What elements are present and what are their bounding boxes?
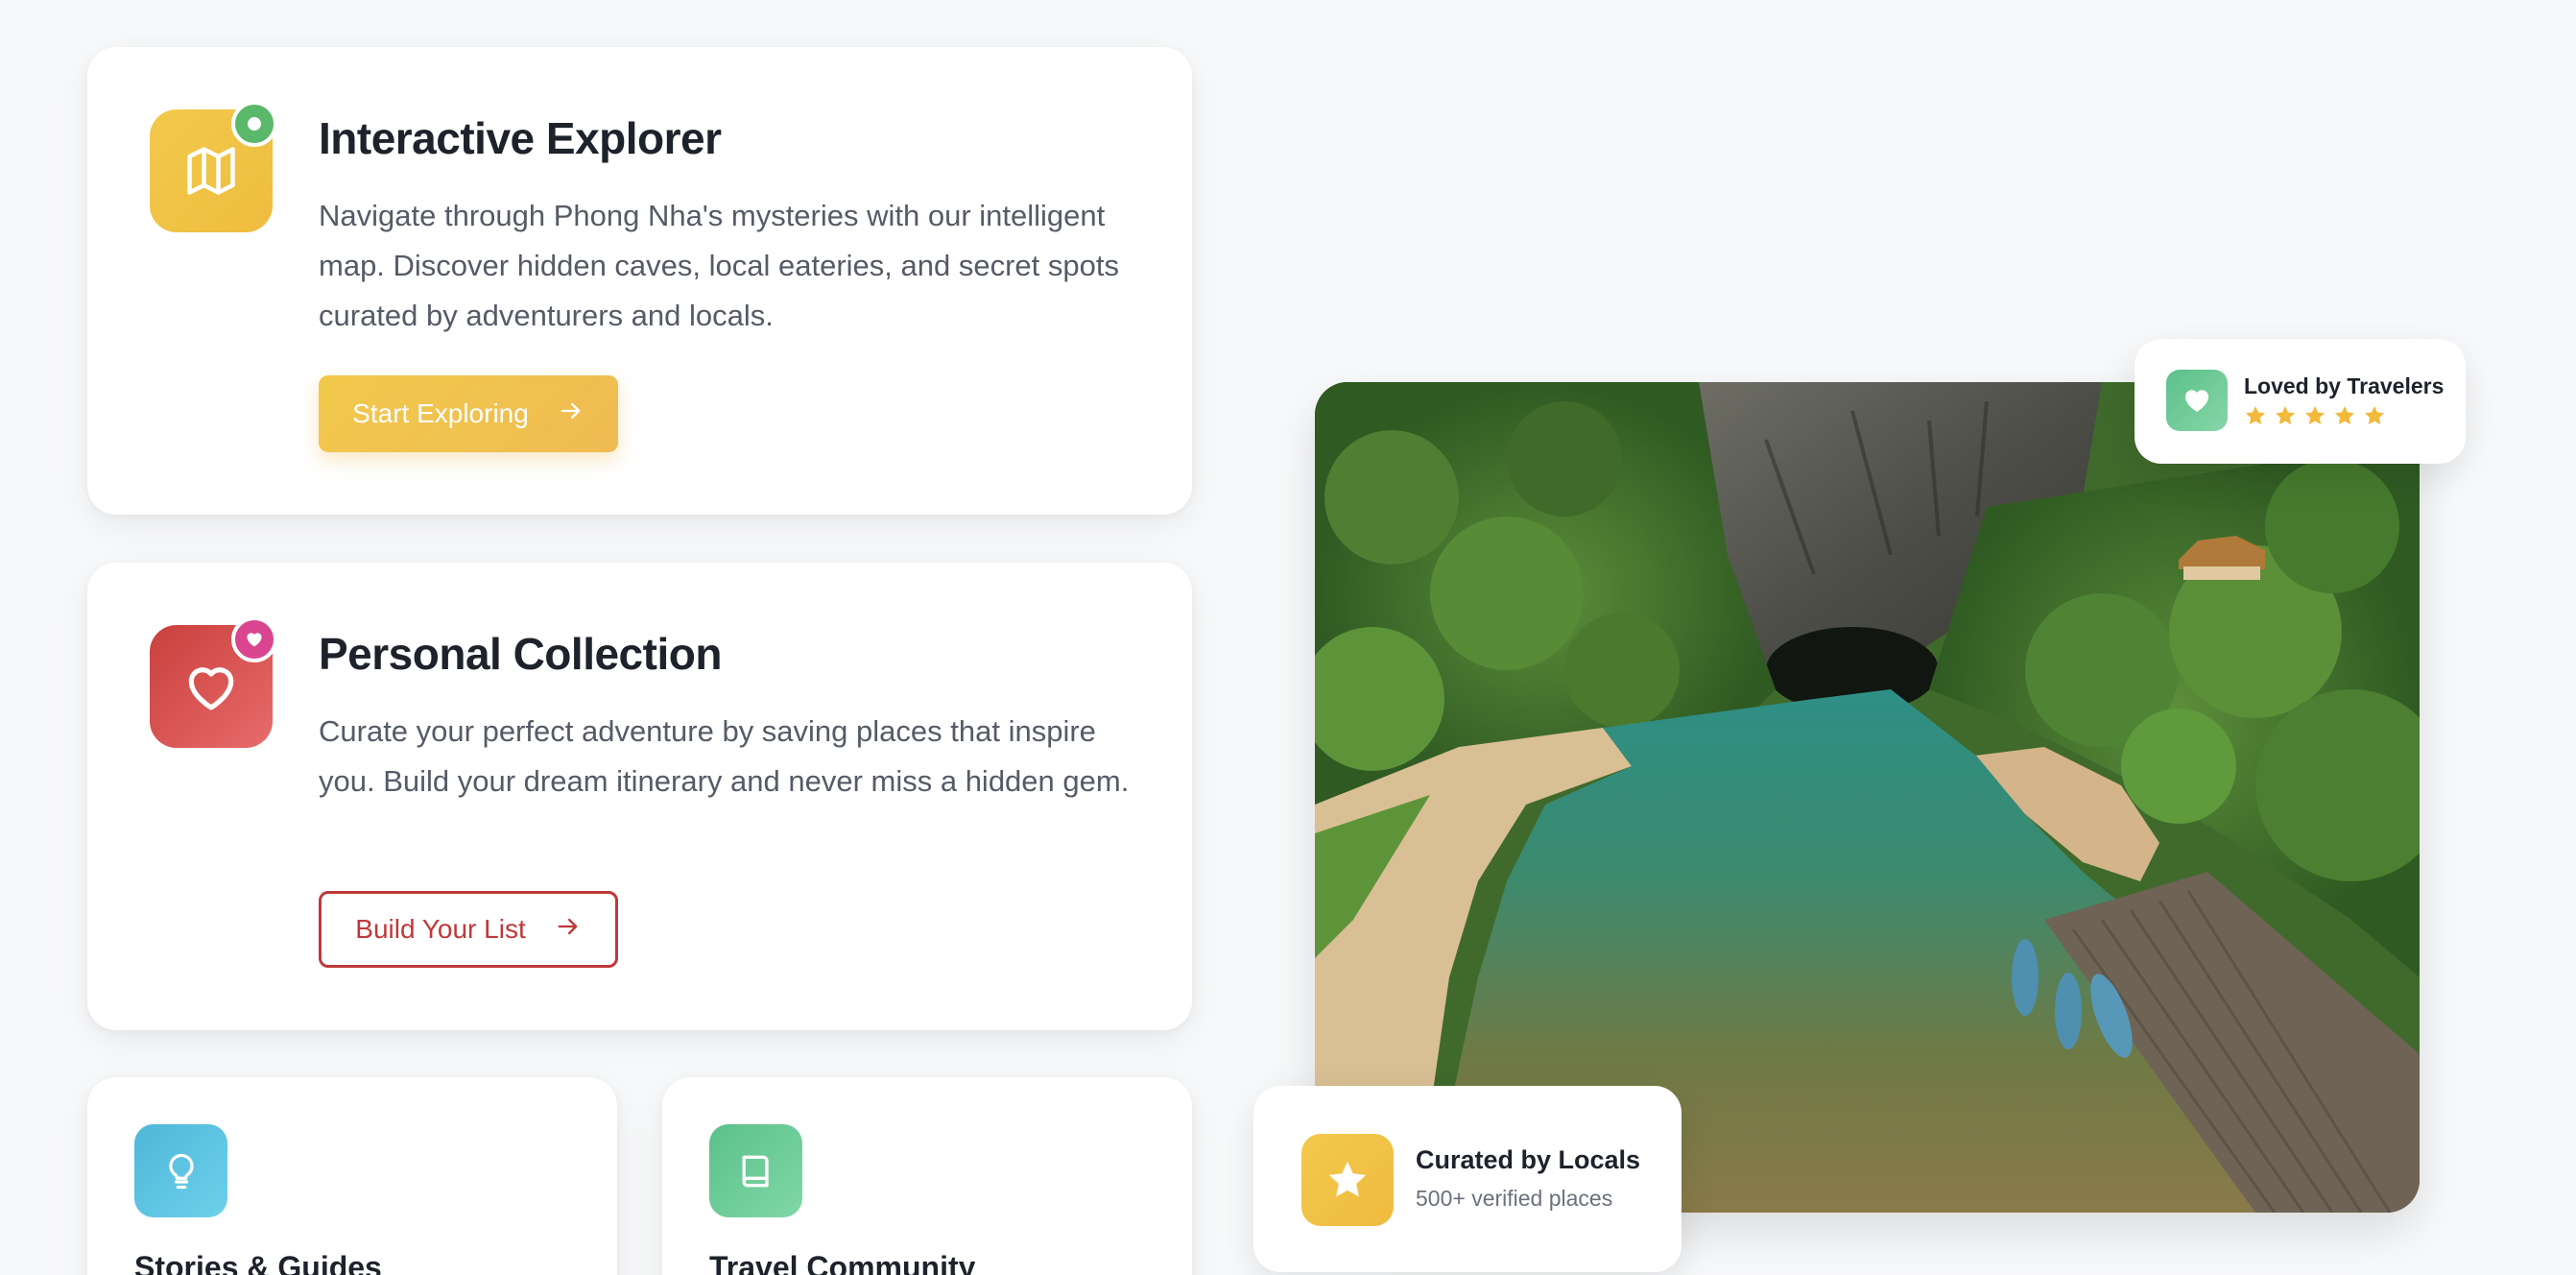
heart-icon xyxy=(2166,370,2228,431)
star-icon xyxy=(2335,406,2354,425)
curated-by-locals-subtitle: 500+ verified places xyxy=(1416,1186,1613,1211)
star-icon xyxy=(2305,406,2325,425)
personal-collection-card: Personal Collection Curate your perfect … xyxy=(87,563,1192,1030)
stories-guides-title: Stories & Guides xyxy=(134,1250,382,1275)
interactive-explorer-card: Interactive Explorer Navigate through Ph… xyxy=(87,47,1192,515)
curated-by-locals-card: Curated by Locals 500+ verified places xyxy=(1253,1086,1682,1272)
heart-badge-icon xyxy=(231,616,277,662)
arrow-right-icon xyxy=(558,397,584,431)
explorer-description: Navigate through Phong Nha's mysteries w… xyxy=(319,199,1119,332)
star-icon xyxy=(1301,1134,1394,1226)
stories-guides-card[interactable]: Stories & Guides xyxy=(87,1077,617,1275)
star-icon xyxy=(2276,406,2295,425)
build-your-list-label: Build Your List xyxy=(355,914,526,944)
book-icon xyxy=(709,1124,802,1217)
star-icon xyxy=(2365,406,2384,425)
location-badge-icon xyxy=(231,101,277,147)
arrow-right-icon xyxy=(555,913,582,947)
loved-by-travelers-card: Loved by Travelers xyxy=(2135,339,2466,464)
collection-description: Curate your perfect adventure by saving … xyxy=(319,714,1130,798)
explorer-title: Interactive Explorer xyxy=(319,113,722,163)
curated-by-locals-title: Curated by Locals xyxy=(1416,1145,1641,1174)
collection-title: Personal Collection xyxy=(319,629,722,679)
star-icon xyxy=(2246,406,2265,425)
travel-community-title: Travel Community xyxy=(709,1250,976,1275)
start-exploring-button[interactable]: Start Exploring xyxy=(319,375,618,452)
loved-by-travelers-title: Loved by Travelers xyxy=(2244,373,2445,398)
start-exploring-label: Start Exploring xyxy=(352,398,529,428)
travel-community-card[interactable]: Travel Community xyxy=(662,1077,1192,1275)
build-your-list-button[interactable]: Build Your List xyxy=(319,891,618,968)
lightbulb-icon xyxy=(134,1124,227,1217)
rating-stars xyxy=(2244,404,2386,427)
